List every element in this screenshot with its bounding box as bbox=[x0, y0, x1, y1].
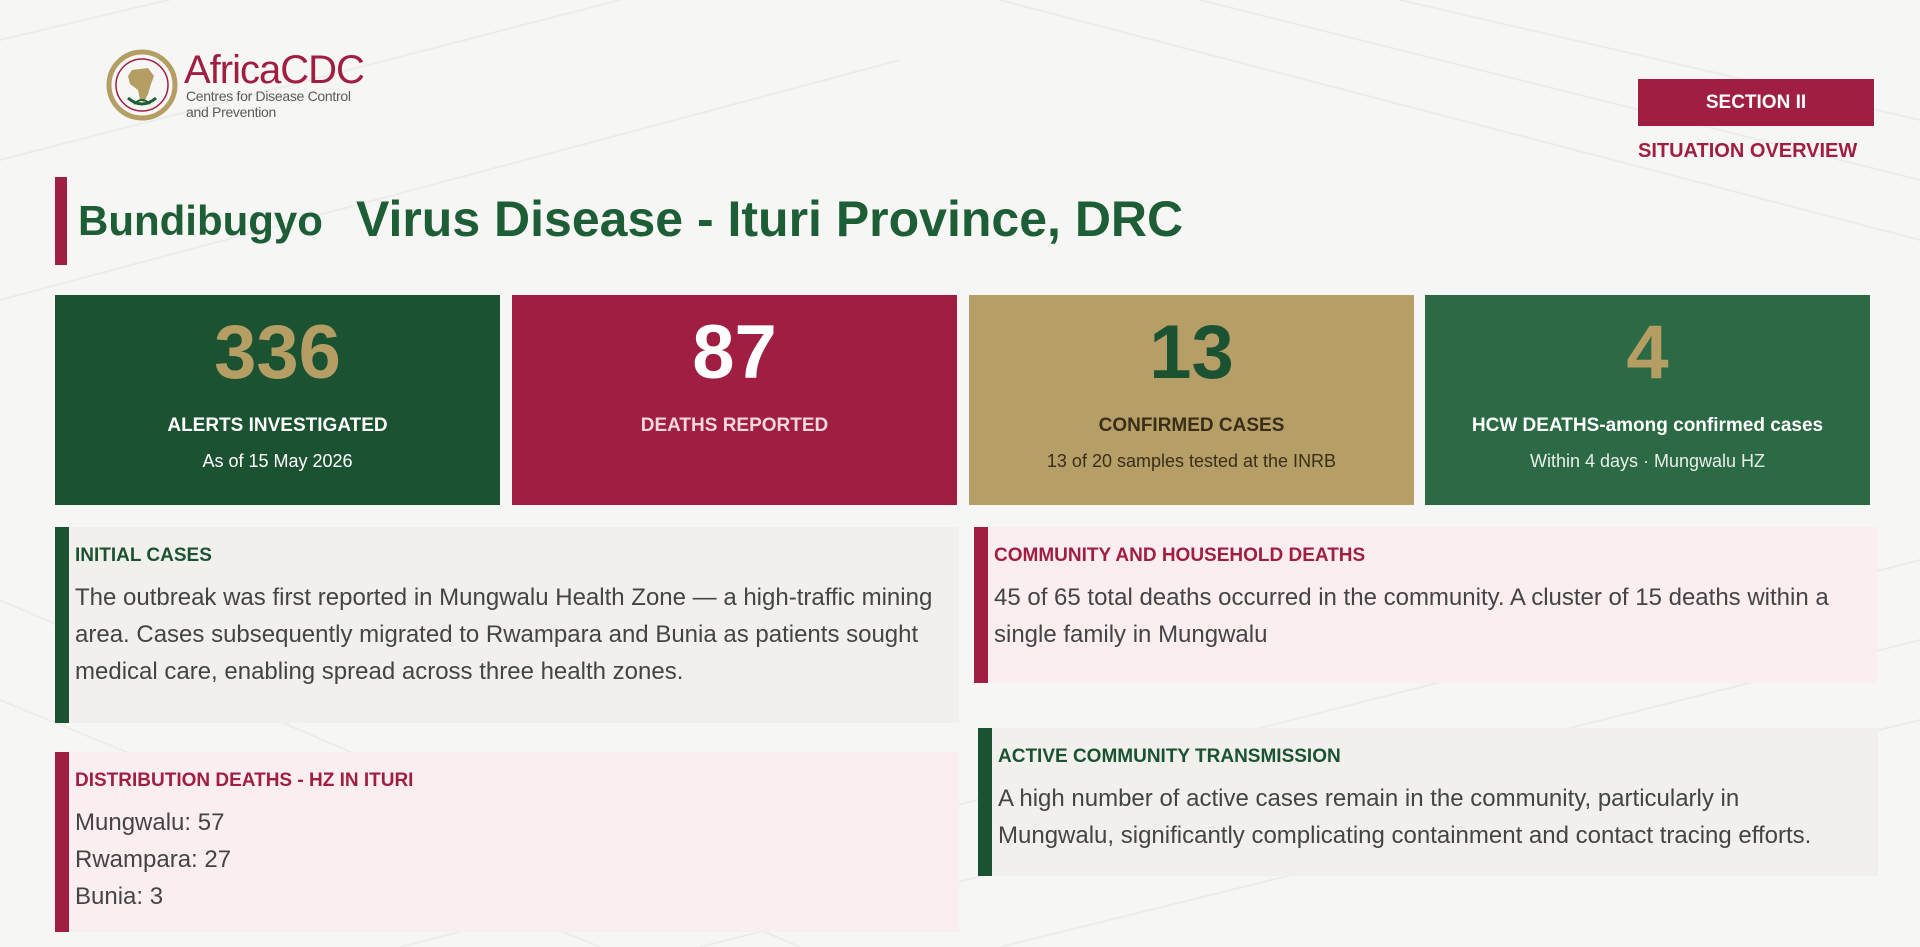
africacdc-logo: AfricaCDC Centres for Disease Control an… bbox=[104, 48, 374, 122]
logo-subtitle: Centres for Disease Control and Preventi… bbox=[186, 88, 351, 120]
stat-card-hcw-deaths: 4 HCW DEATHS-among confirmed cases Withi… bbox=[1425, 295, 1870, 505]
slide: AfricaCDC Centres for Disease Control an… bbox=[0, 0, 1920, 947]
section-badge: SECTION II bbox=[1638, 79, 1874, 126]
stat-value: 336 bbox=[214, 310, 341, 395]
box-accent-bar bbox=[55, 752, 69, 932]
community-deaths-box: COMMUNITY AND HOUSEHOLD DEATHS 45 of 65 … bbox=[974, 527, 1878, 683]
box-title: INITIAL CASES bbox=[75, 545, 212, 566]
box-accent-bar bbox=[55, 527, 69, 723]
active-transmission-box: ACTIVE COMMUNITY TRANSMISSION A high num… bbox=[978, 728, 1878, 876]
box-title: DISTRIBUTION DEATHS - HZ IN ITURI bbox=[75, 770, 414, 791]
box-title: ACTIVE COMMUNITY TRANSMISSION bbox=[998, 746, 1341, 767]
page-title-part2: Virus Disease - Ituri Province, DRC bbox=[356, 191, 1184, 247]
stat-value: 13 bbox=[1149, 310, 1234, 395]
stat-label: HCW DEATHS-among confirmed cases bbox=[1471, 415, 1824, 436]
list-item: Rwampara: 27 bbox=[75, 846, 232, 873]
distribution-list: Mungwalu: 57 Rwampara: 27 Bunia: 3 bbox=[75, 804, 941, 915]
stat-label: DEATHS REPORTED bbox=[640, 415, 829, 436]
box-title: COMMUNITY AND HOUSEHOLD DEATHS bbox=[994, 545, 1366, 566]
list-item: Bunia: 3 bbox=[75, 883, 164, 910]
stat-sublabel: As of 15 May 2026 bbox=[202, 451, 353, 471]
box-accent-bar bbox=[974, 527, 988, 683]
africa-emblem-icon bbox=[106, 49, 178, 121]
box-body: The outbreak was first reported in Mungw… bbox=[75, 584, 933, 685]
stat-sublabel: 13 of 20 samples tested at the INRB bbox=[1046, 451, 1337, 471]
stat-card-alerts: 336 ALERTS INVESTIGATED As of 15 May 202… bbox=[55, 295, 500, 505]
page-title-part1: Bundibugyo bbox=[78, 197, 323, 244]
stat-label: ALERTS INVESTIGATED bbox=[167, 415, 388, 436]
distribution-deaths-box: DISTRIBUTION DEATHS - HZ IN ITURI Mungwa… bbox=[55, 752, 959, 932]
stat-card-confirmed: 13 CONFIRMED CASES 13 of 20 samples test… bbox=[969, 295, 1414, 505]
stat-card-deaths: 87 DEATHS REPORTED bbox=[512, 295, 957, 505]
box-body: 45 of 65 total deaths occurred in the co… bbox=[994, 584, 1829, 648]
initial-cases-box: INITIAL CASES The outbreak was first rep… bbox=[55, 527, 959, 723]
stat-value: 4 bbox=[1626, 310, 1669, 395]
list-item: Mungwalu: 57 bbox=[75, 809, 225, 836]
logo-title: AfricaCDC bbox=[184, 48, 365, 92]
box-body: A high number of active cases remain in … bbox=[998, 785, 1812, 849]
box-accent-bar bbox=[978, 728, 992, 876]
title-accent-bar bbox=[55, 177, 67, 265]
stat-value: 87 bbox=[692, 310, 777, 395]
stat-label: CONFIRMED CASES bbox=[1098, 415, 1285, 436]
stat-sublabel: Within 4 days · Mungwalu HZ bbox=[1529, 451, 1766, 471]
section-subtitle: SITUATION OVERVIEW bbox=[1638, 140, 1858, 162]
